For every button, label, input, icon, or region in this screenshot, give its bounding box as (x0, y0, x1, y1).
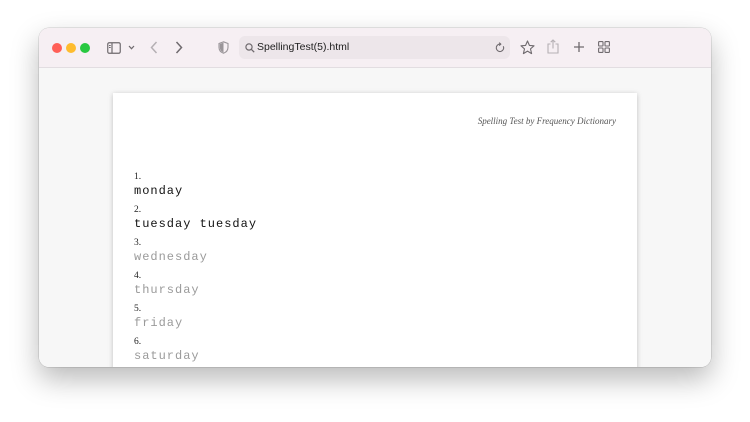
item-number: 5. (134, 304, 142, 314)
item-number: 6. (134, 337, 142, 347)
reload-icon[interactable] (494, 42, 505, 53)
address-bar[interactable]: SpellingTest(5).html (239, 36, 510, 59)
url-text: SpellingTest(5).html (257, 41, 350, 53)
minimize-button[interactable] (66, 43, 76, 53)
item-number: 1. (134, 172, 142, 182)
sidebar-icon[interactable] (106, 40, 122, 55)
spelling-word: tuesday tuesday (134, 217, 258, 231)
close-button[interactable] (52, 43, 62, 53)
zoom-button[interactable] (80, 43, 90, 53)
spelling-word: friday (134, 316, 184, 330)
spelling-word: thursday (134, 283, 200, 297)
item-number: 4. (134, 271, 142, 281)
credit-text: Spelling Test by Frequency Dictionary (477, 116, 616, 126)
tab-overview-icon[interactable] (597, 40, 610, 53)
test-sheet: Spelling Test by Frequency Dictionary 1.… (113, 93, 637, 367)
browser-toolbar: SpellingTest(5).html (39, 28, 711, 68)
share-icon[interactable] (546, 38, 560, 55)
star-icon[interactable] (519, 39, 535, 55)
shield-icon[interactable] (217, 40, 229, 55)
page-viewport[interactable]: Spelling Test by Frequency Dictionary 1.… (39, 68, 711, 367)
plus-icon[interactable] (572, 40, 585, 53)
spelling-word: monday (134, 184, 184, 198)
spelling-word: saturday (134, 349, 200, 363)
browser-window: SpellingTest(5).html Spelling Test by Fr… (39, 28, 711, 367)
item-number: 3. (134, 238, 142, 248)
item-number: 2. (134, 205, 142, 215)
chevron-down-icon[interactable] (127, 43, 135, 51)
search-icon (244, 42, 255, 53)
forward-icon[interactable] (174, 40, 184, 55)
back-icon[interactable] (149, 40, 159, 55)
spelling-word: wednesday (134, 250, 208, 264)
